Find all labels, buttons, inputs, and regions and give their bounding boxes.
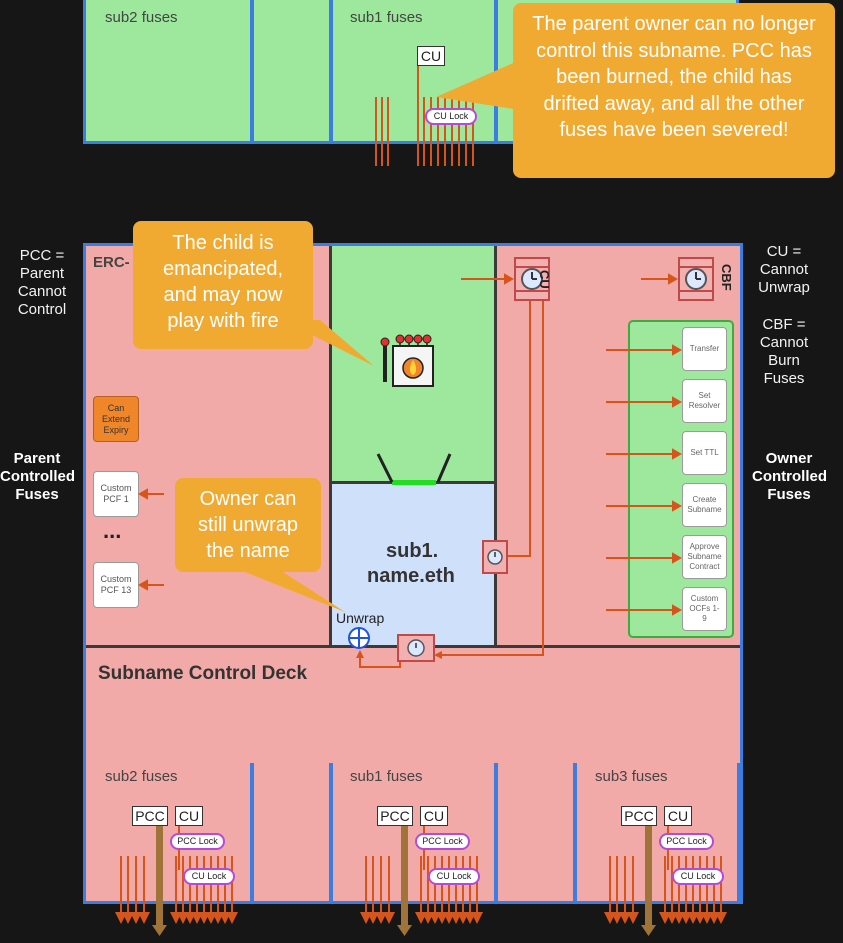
deck-sub1-pcc-lock: PCC Lock <box>415 833 470 850</box>
deck-sub1-pcc-tag: PCC <box>377 806 413 826</box>
deck-sub2-pcc-lock: PCC Lock <box>170 833 225 850</box>
deck-sub3-cu-tag: CU <box>664 806 692 826</box>
deck-sub1-cu-lock: CU Lock <box>428 868 480 885</box>
deck-sub2-cu-tag: CU <box>175 806 203 826</box>
deck-sub2-pcc-tag: PCC <box>132 806 168 826</box>
deck-sub3-pcc-lock: PCC Lock <box>659 833 714 850</box>
deck-fuse-lines <box>115 825 727 936</box>
deck-sub3-pcc-tag: PCC <box>621 806 657 826</box>
deck-sub2-cu-lock: CU Lock <box>183 868 235 885</box>
deck-sub1-cu-tag: CU <box>420 806 448 826</box>
deck-sub3-cu-lock: CU Lock <box>672 868 724 885</box>
